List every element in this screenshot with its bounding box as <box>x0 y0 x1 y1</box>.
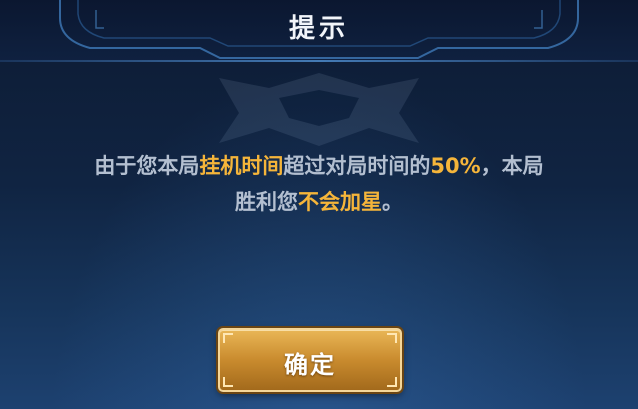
message-text: 胜利您 <box>235 190 298 214</box>
hint-dialog: 提示 由于您本局挂机时间超过对局时间的50%，本局 胜利您不会加星。 确定 <box>0 0 638 409</box>
confirm-button[interactable]: 确定 <box>218 328 402 392</box>
message-text: 。 <box>382 190 403 214</box>
message-highlight-afk-time: 挂机时间 <box>199 154 284 178</box>
message-highlight-percent: 50% <box>430 154 481 178</box>
confirm-button-label: 确定 <box>284 351 336 379</box>
message-text: 超过对局时间的 <box>283 154 431 178</box>
button-corner <box>223 333 233 343</box>
message-text: 由于您本局 <box>94 154 200 178</box>
dialog-header: 提示 <box>0 0 638 62</box>
dialog-message: 由于您本局挂机时间超过对局时间的50%，本局 胜利您不会加星。 <box>8 148 630 220</box>
dialog-title: 提示 <box>288 14 349 44</box>
message-highlight-no-star: 不会加星 <box>298 190 382 214</box>
button-corner <box>387 333 397 343</box>
watermark-emblem <box>219 73 419 146</box>
message-text: ，本局 <box>480 154 544 178</box>
header-divider <box>0 60 638 62</box>
